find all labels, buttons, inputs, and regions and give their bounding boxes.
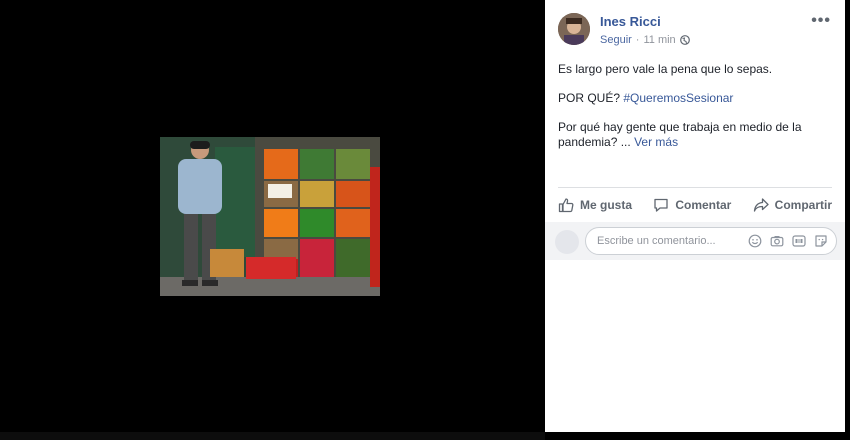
sticker-icon[interactable] — [814, 234, 828, 248]
post-paragraph-3: Por qué hay gente que trabaja en medio d… — [558, 120, 828, 150]
like-label: Me gusta — [580, 198, 633, 212]
comment-placeholder: Escribe un comentario... — [597, 235, 716, 247]
comment-composer: Escribe un comentario... — [545, 222, 845, 260]
follow-link[interactable]: Seguir — [600, 34, 632, 46]
viewer-bottom-bar — [0, 432, 545, 440]
globe-icon — [679, 35, 690, 45]
comment-label: Comentar — [675, 198, 732, 212]
actions-top-divider — [558, 187, 832, 188]
share-label: Compartir — [774, 198, 832, 212]
post-body: Es largo pero vale la pena que lo sepas.… — [558, 62, 828, 164]
see-more-link[interactable]: Ver más — [634, 135, 678, 149]
post-sidebar: Ines Ricci Seguir · 11 min ••• Es largo … — [545, 0, 845, 432]
market-stall-image — [160, 137, 380, 296]
post-paragraph-2: POR QUÉ? #QueremosSesionar — [558, 91, 828, 106]
post-actions: Me gusta Comentar Compartir — [558, 190, 832, 220]
post-paragraph-3-text: Por qué hay gente que trabaja en medio d… — [558, 120, 802, 149]
post-paragraph-1: Es largo pero vale la pena que lo sepas. — [558, 62, 773, 76]
thumbs-up-icon — [558, 198, 574, 213]
comment-tools — [748, 234, 828, 248]
share-icon — [753, 198, 769, 212]
post-paragraph-2-text: POR QUÉ? — [558, 91, 621, 105]
comment-button[interactable]: Comentar — [653, 197, 731, 213]
more-options-icon[interactable]: ••• — [811, 12, 831, 30]
gif-icon[interactable] — [792, 234, 806, 248]
avatar[interactable] — [558, 13, 590, 45]
photo-viewer-stage — [0, 0, 545, 440]
post-photo[interactable] — [160, 137, 380, 296]
comment-icon — [654, 198, 668, 212]
post-time[interactable]: 11 min — [643, 34, 675, 46]
author-name[interactable]: Ines Ricci — [600, 14, 661, 29]
emoji-icon[interactable] — [748, 234, 762, 248]
comment-input[interactable]: Escribe un comentario... — [585, 227, 837, 255]
commenter-avatar — [555, 230, 579, 254]
meta-separator: · — [635, 34, 640, 46]
camera-icon[interactable] — [770, 234, 784, 248]
share-button[interactable]: Compartir — [753, 197, 832, 213]
like-button[interactable]: Me gusta — [558, 197, 632, 213]
post-meta: Seguir · 11 min — [600, 34, 690, 46]
hashtag-link[interactable]: #QueremosSesionar — [623, 91, 733, 105]
